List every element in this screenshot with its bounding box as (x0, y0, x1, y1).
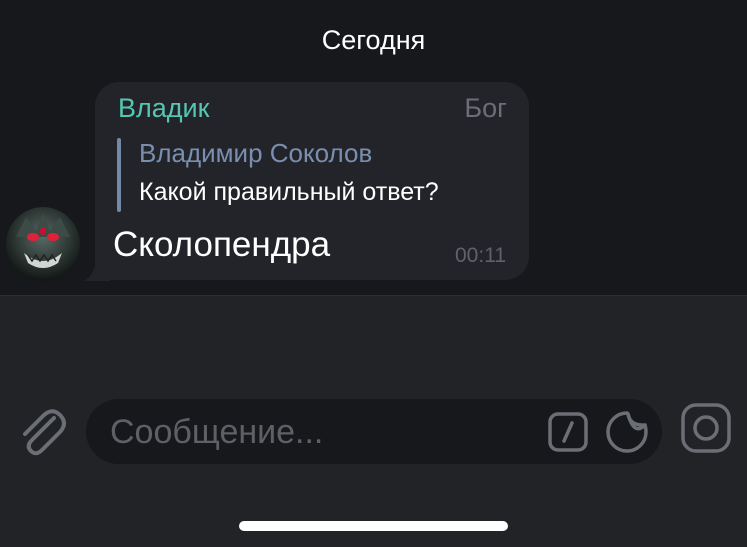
input-panel: Сообщение... (0, 296, 747, 547)
avatar-image (6, 207, 80, 281)
slash-command-icon (548, 412, 588, 452)
video-note-button[interactable] (680, 402, 732, 454)
date-separator: Сегодня (321, 25, 426, 55)
sender-title: Бог (464, 93, 507, 123)
reply-text: Какой правильный ответ? (139, 178, 439, 206)
reply-bar (117, 138, 121, 212)
camera-circle-icon (681, 403, 731, 453)
reply-quote[interactable]: Владимир Соколов Какой правильный ответ? (117, 138, 517, 212)
paperclip-icon (23, 409, 66, 456)
attach-button[interactable] (14, 404, 68, 458)
sender-name[interactable]: Владик (118, 90, 209, 126)
reply-author: Владимир Соколов (139, 138, 373, 168)
commands-button[interactable] (547, 411, 589, 453)
sender-avatar[interactable] (6, 207, 80, 281)
message-bubble[interactable]: Владик Бог Владимир Соколов Какой правил… (95, 82, 529, 280)
home-indicator[interactable] (239, 521, 508, 531)
message-input[interactable]: Сообщение... (86, 399, 662, 464)
sticker-icon (606, 411, 648, 453)
message-text: Сколопендра (113, 225, 331, 264)
sticker-button[interactable] (604, 410, 650, 454)
message-placeholder: Сообщение... (110, 413, 324, 451)
chat-history[interactable]: Сегодня Владик Бог Владимир Соколов Како… (0, 0, 747, 296)
message-time: 00:11 (455, 244, 506, 267)
